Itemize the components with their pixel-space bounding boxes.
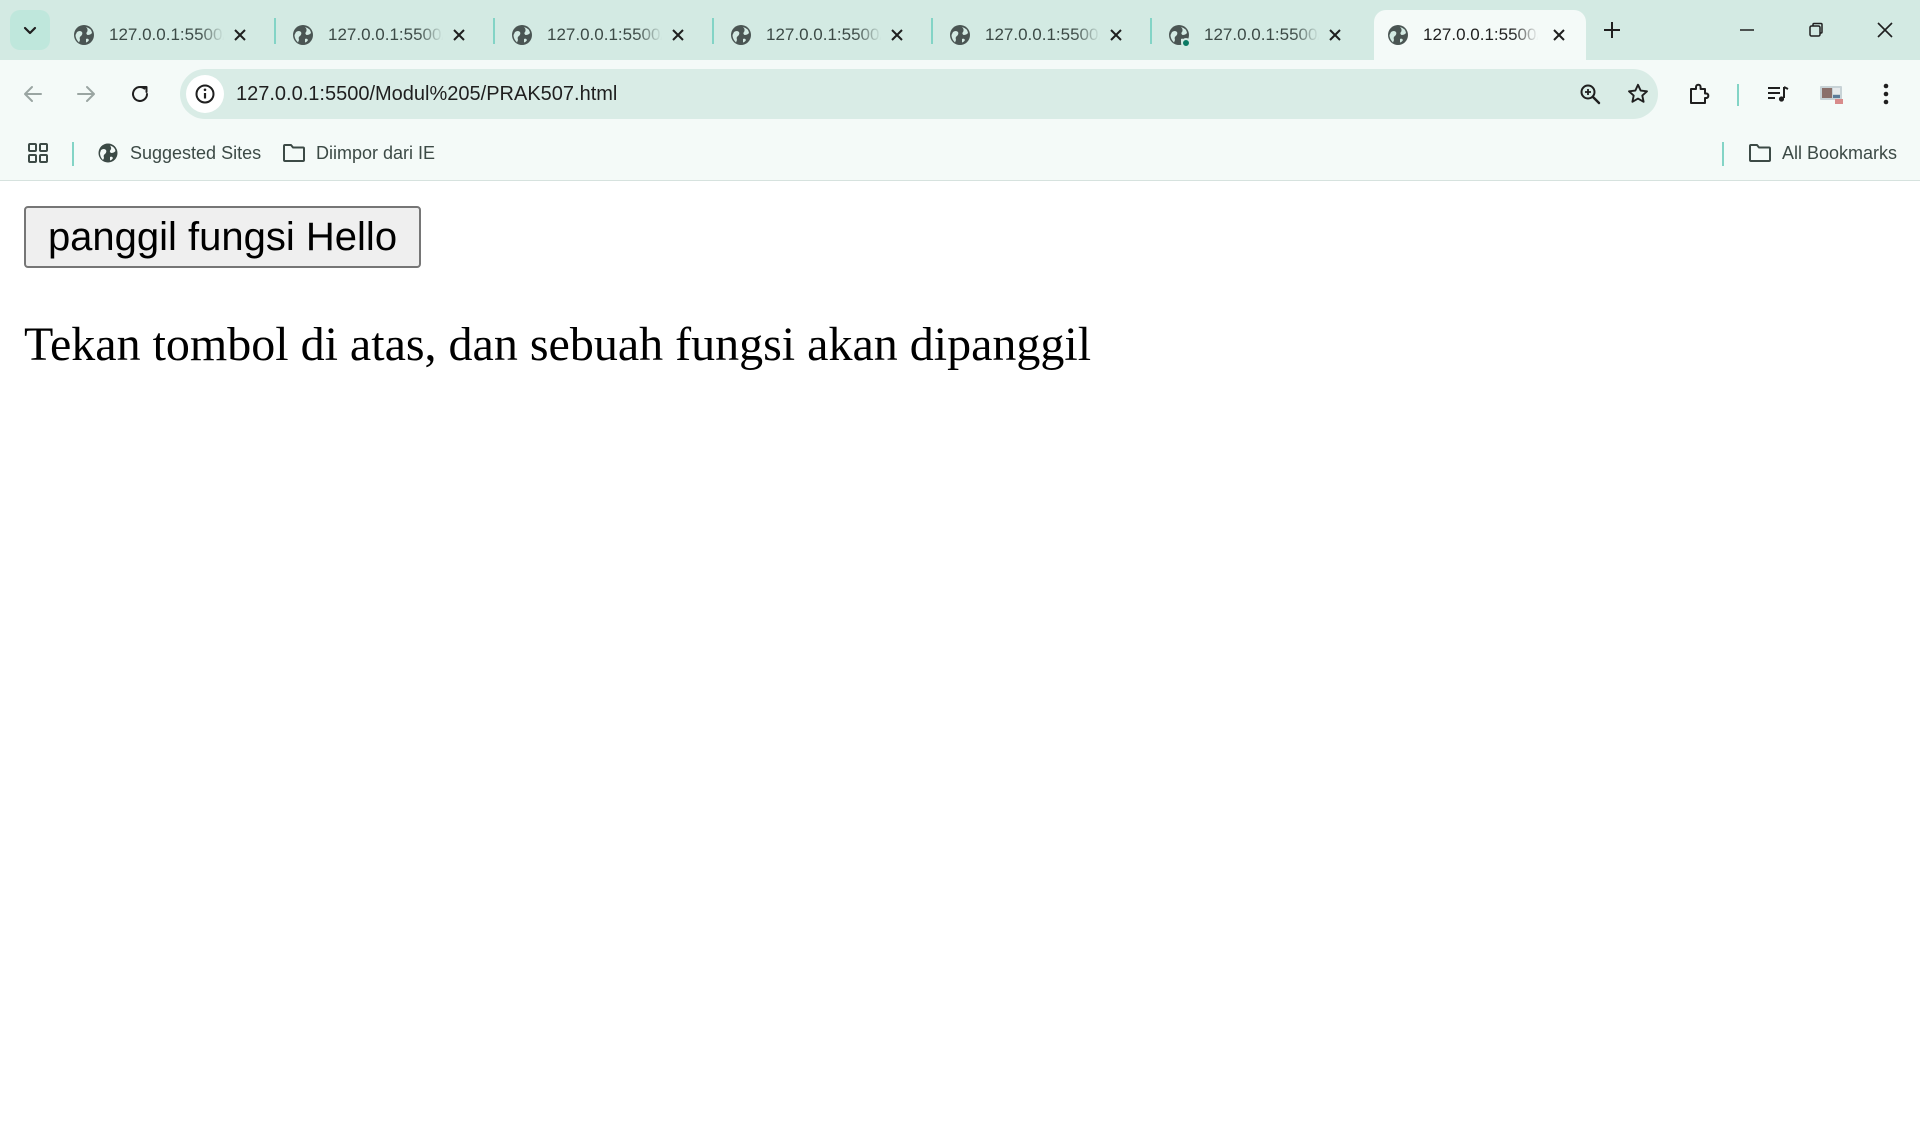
- globe-icon: [1167, 23, 1191, 48]
- globe-icon: [948, 23, 972, 47]
- tab-close-icon[interactable]: [1548, 24, 1570, 46]
- folder-icon: [282, 141, 306, 165]
- bookmarks-bar: Suggested Sites Diimpor dari IE All Book…: [0, 128, 1920, 181]
- info-icon: [194, 83, 216, 105]
- all-bookmarks-label: All Bookmarks: [1782, 142, 1898, 163]
- extensions-button[interactable]: [1679, 74, 1719, 114]
- globe-icon: [1386, 23, 1410, 47]
- folder-icon: [1748, 141, 1772, 165]
- tab-close-icon[interactable]: [448, 24, 470, 46]
- tab[interactable]: 127.0.0.1:5500/Modul%205/PRAK505.html: [936, 10, 1143, 60]
- all-bookmarks-button[interactable]: All Bookmarks: [1748, 136, 1897, 170]
- arrow-right-icon: [75, 83, 97, 105]
- tab-title: 127.0.0.1:5500/Modul%205/PRAK507.html: [1423, 25, 1538, 44]
- tab-close-icon[interactable]: [1324, 24, 1346, 46]
- globe-icon: [96, 141, 120, 165]
- back-button[interactable]: [13, 74, 53, 114]
- globe-icon: [291, 23, 315, 47]
- tab-title: 127.0.0.1:5500/Modul%205/PRAK504.html: [766, 25, 881, 44]
- new-tab-button[interactable]: [1596, 14, 1628, 46]
- profile-button[interactable]: [1812, 74, 1852, 114]
- apps-grid-icon: [26, 141, 50, 165]
- tab-separator: [274, 18, 276, 44]
- reload-button[interactable]: [120, 74, 160, 114]
- tab-title: 127.0.0.1:5500/Modul%205/PRAK501.html: [109, 25, 224, 44]
- browser-toolbar: 127.0.0.1:5500/Modul%205/PRAK507.html: [0, 60, 1920, 128]
- tab[interactable]: 127.0.0.1:5500/Modul%205/PRAK504.html: [717, 10, 924, 60]
- bookmark-folder-diimpor-dari-ie[interactable]: Diimpor dari IE: [282, 136, 435, 170]
- bookmark-label: Diimpor dari IE: [316, 142, 436, 163]
- site-info-button[interactable]: [186, 75, 224, 113]
- zoom-button[interactable]: [1574, 78, 1606, 110]
- tab-close-icon[interactable]: [667, 24, 689, 46]
- minimize-icon: [1739, 22, 1755, 38]
- more-vertical-icon: [1882, 82, 1890, 106]
- bookmark-suggested-sites[interactable]: Suggested Sites: [96, 136, 261, 170]
- globe-icon: [729, 23, 753, 47]
- tab[interactable]: 127.0.0.1:5500/Modul%205/PRAK503.html: [498, 10, 705, 60]
- call-hello-function-button[interactable]: panggil fungsi Hello: [24, 206, 421, 268]
- globe-icon: [510, 23, 534, 47]
- tab-close-icon[interactable]: [886, 24, 908, 46]
- close-icon: [1876, 21, 1894, 39]
- forward-button[interactable]: [66, 74, 106, 114]
- profile-avatar-icon: [1819, 83, 1845, 105]
- tab-separator: [712, 18, 714, 44]
- tab-separator: [931, 18, 933, 44]
- reload-icon: [129, 83, 151, 105]
- tab[interactable]: 127.0.0.1:5500/Modul%205/PRAK501.html: [60, 10, 267, 60]
- instruction-text: Tekan tombol di atas, dan sebuah fungsi …: [24, 318, 1092, 371]
- bookmark-star-button[interactable]: [1622, 78, 1654, 110]
- chevron-down-icon: [22, 22, 38, 38]
- tab-close-icon[interactable]: [229, 24, 251, 46]
- minimize-button[interactable]: [1722, 8, 1772, 52]
- tab-active[interactable]: 127.0.0.1:5500/Modul%205/PRAK507.html: [1374, 10, 1586, 60]
- puzzle-icon: [1686, 81, 1712, 107]
- tab-title: 127.0.0.1:5500/Modul%205/PRAK506.html: [1204, 25, 1319, 44]
- zoom-in-icon: [1578, 82, 1602, 106]
- tab-separator: [493, 18, 495, 44]
- tab-strip: 127.0.0.1:5500/Modul%205/PRAK501.html 127…: [0, 0, 1920, 60]
- tab-search-button[interactable]: [10, 10, 50, 50]
- media-controls-button[interactable]: [1758, 74, 1798, 114]
- page-content: panggil fungsi Hello Tekan tombol di ata…: [0, 181, 1920, 1128]
- apps-button[interactable]: [26, 136, 50, 170]
- restore-button[interactable]: [1791, 8, 1841, 52]
- tab[interactable]: 127.0.0.1:5500/Modul%205/PRAK506.html: [1155, 10, 1362, 60]
- address-bar[interactable]: 127.0.0.1:5500/Modul%205/PRAK507.html: [180, 69, 1658, 119]
- tab-title: 127.0.0.1:5500/Modul%205/PRAK502.html: [328, 25, 443, 44]
- url-text[interactable]: 127.0.0.1:5500/Modul%205/PRAK507.html: [236, 83, 617, 106]
- restore-icon: [1808, 22, 1824, 38]
- tab-title: 127.0.0.1:5500/Modul%205/PRAK505.html: [985, 25, 1100, 44]
- plus-icon: [1602, 20, 1622, 40]
- tab-title: 127.0.0.1:5500/Modul%205/PRAK503.html: [547, 25, 662, 44]
- tab-close-icon[interactable]: [1105, 24, 1127, 46]
- globe-icon: [72, 23, 96, 47]
- star-icon: [1626, 82, 1650, 106]
- tab-activity-indicator: [1181, 38, 1191, 48]
- tab[interactable]: 127.0.0.1:5500/Modul%205/PRAK502.html: [279, 10, 486, 60]
- playlist-music-icon: [1765, 81, 1791, 107]
- arrow-left-icon: [22, 83, 44, 105]
- close-window-button[interactable]: [1860, 8, 1910, 52]
- tab-separator: [1150, 18, 1152, 44]
- bookmark-label: Suggested Sites: [130, 142, 262, 163]
- menu-button[interactable]: [1866, 74, 1906, 114]
